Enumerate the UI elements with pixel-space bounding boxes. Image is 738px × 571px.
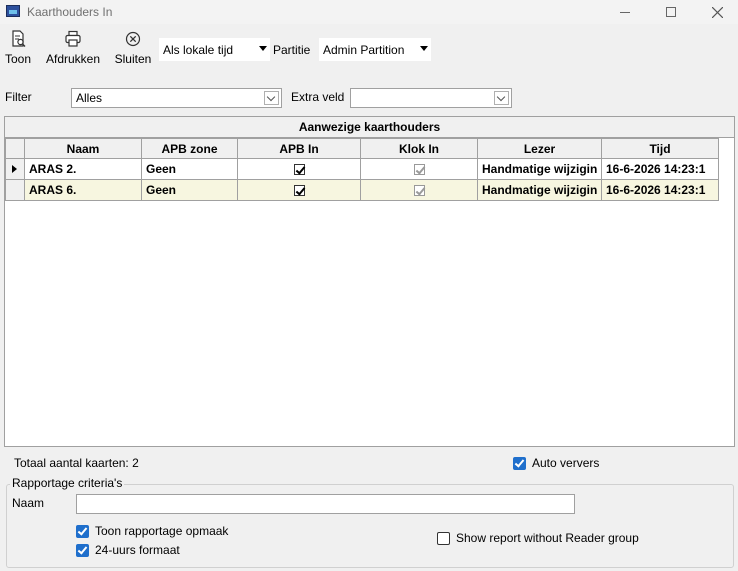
close-icon — [711, 6, 723, 18]
window-title: Kaarthouders In — [27, 5, 113, 19]
checkbox-checked-icon — [76, 524, 89, 538]
view-report-icon — [12, 30, 26, 47]
column-header[interactable]: APB In — [237, 138, 361, 159]
cell-klok-in — [360, 158, 478, 180]
cell-naam[interactable]: ARAS 6. — [24, 179, 142, 201]
show-format-label: Toon rapportage opmaak — [95, 524, 229, 538]
total-cards-label: Totaal aantal kaarten: 2 — [14, 456, 139, 470]
title-bar: Kaarthouders In — [0, 0, 738, 24]
no-reader-group-label: Show report without Reader group — [456, 531, 639, 545]
chevron-down-icon — [264, 91, 279, 105]
dropdown-arrow-icon — [420, 46, 428, 51]
filter-value: Alles — [76, 91, 103, 105]
printer-icon — [65, 30, 81, 47]
column-header[interactable]: Klok In — [360, 138, 478, 159]
checkbox-checked-icon — [513, 456, 526, 470]
cell-apb-zone[interactable]: Geen — [141, 179, 238, 201]
chevron-down-icon — [494, 91, 509, 105]
column-header[interactable]: Naam — [24, 138, 142, 159]
cell-tijd[interactable]: 16-6-2026 14:23:1 — [601, 158, 719, 180]
cell-apb-in[interactable] — [237, 179, 361, 201]
row-indicator — [5, 179, 25, 201]
cell-tijd[interactable]: 16-6-2026 14:23:1 — [601, 179, 719, 201]
cell-naam[interactable]: ARAS 2. — [24, 158, 142, 180]
print-label: Afdrukken — [45, 52, 101, 66]
report-criteria-title: Rapportage criteria's — [10, 476, 125, 490]
extra-field-label: Extra veld — [291, 90, 345, 104]
toon-button[interactable]: Toon — [3, 30, 33, 66]
toon-label: Toon — [4, 52, 32, 66]
column-header[interactable]: APB zone — [141, 138, 238, 159]
klok-in-checkbox — [413, 185, 425, 197]
row-indicator-header — [5, 138, 25, 159]
apb-in-checkbox[interactable] — [293, 185, 305, 197]
format-24h-label: 24-uurs formaat — [95, 543, 180, 557]
maximize-button[interactable] — [648, 0, 694, 24]
minimize-icon — [620, 11, 630, 13]
grid-caption: Aanwezige kaarthouders — [5, 117, 734, 138]
auto-refresh-checkbox[interactable]: Auto ververs — [513, 456, 599, 470]
naam-label: Naam — [12, 496, 45, 510]
current-row-indicator — [5, 158, 25, 180]
minimize-button[interactable] — [602, 0, 648, 24]
print-button[interactable]: Afdrukken — [44, 30, 102, 66]
timezone-value: Als lokale tijd — [163, 42, 234, 57]
auto-refresh-label: Auto ververs — [532, 456, 600, 470]
close-circle-icon — [125, 31, 141, 47]
column-header[interactable]: Lezer — [477, 138, 602, 159]
column-header[interactable]: Tijd — [601, 138, 719, 159]
row-pointer-icon — [12, 165, 17, 173]
cell-apb-zone[interactable]: Geen — [141, 158, 238, 180]
partition-value: Admin Partition — [323, 42, 405, 57]
cell-lezer[interactable]: Handmatige wijzigin — [477, 158, 602, 180]
partition-select[interactable]: Admin Partition — [319, 38, 431, 61]
header-row: Naam APB zone APB In Klok In Lezer Tijd — [5, 138, 719, 159]
show-format-checkbox[interactable]: Toon rapportage opmaak — [76, 524, 228, 538]
checkbox-unchecked-icon — [437, 531, 450, 545]
table-row[interactable]: ARAS 6. Geen Handmatige wijzigin 16-6-20… — [5, 179, 719, 201]
klok-in-checkbox — [413, 164, 425, 176]
dropdown-arrow-icon — [259, 46, 267, 51]
cell-apb-in[interactable] — [237, 158, 361, 180]
apb-in-checkbox[interactable] — [293, 164, 305, 176]
no-reader-group-checkbox[interactable]: Show report without Reader group — [437, 531, 639, 545]
filter-label: Filter — [5, 90, 32, 104]
cell-lezer[interactable]: Handmatige wijzigin — [477, 179, 602, 201]
close-window-button[interactable] — [694, 0, 738, 24]
cardholders-table: Naam APB zone APB In Klok In Lezer Tijd … — [5, 138, 719, 201]
naam-input[interactable] — [76, 494, 575, 514]
format-24h-checkbox[interactable]: 24-uurs formaat — [76, 543, 180, 557]
cell-klok-in — [360, 179, 478, 201]
sluiten-label: Sluiten — [114, 52, 152, 66]
app-icon — [6, 5, 20, 17]
filter-select[interactable]: Alles — [71, 88, 282, 108]
table-row[interactable]: ARAS 2. Geen Handmatige wijzigin 16-6-20… — [5, 158, 719, 180]
partition-label: Partitie — [273, 43, 311, 57]
checkbox-checked-icon — [76, 543, 89, 557]
cardholders-grid[interactable]: Aanwezige kaarthouders Naam APB zone APB… — [4, 116, 735, 447]
sluiten-button[interactable]: Sluiten — [113, 30, 153, 66]
extra-field-select[interactable] — [350, 88, 512, 108]
timezone-select[interactable]: Als lokale tijd — [159, 38, 270, 61]
maximize-icon — [666, 7, 676, 17]
